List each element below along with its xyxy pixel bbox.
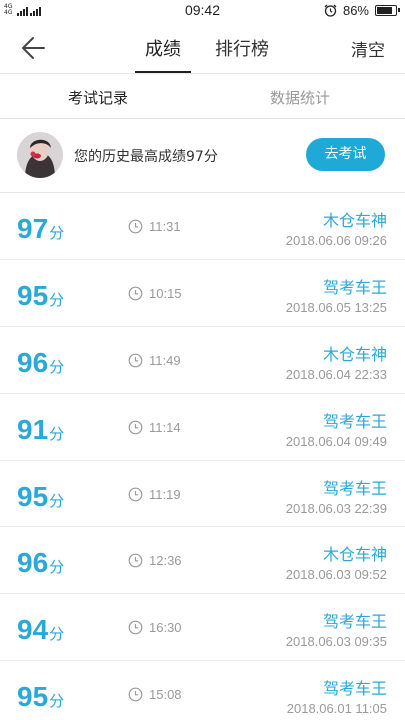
duration: 15:08 [128, 687, 182, 702]
score-value: 95 [17, 279, 49, 311]
score-unit: 分 [49, 558, 65, 577]
score-unit: 分 [49, 692, 65, 711]
subtabs: 考试记录 数据统计 [0, 75, 405, 119]
record-date: 2018.06.06 09:26 [285, 233, 387, 248]
player-name: 木仓车神 [322, 211, 387, 230]
score-unit: 分 [49, 491, 65, 510]
list-item[interactable]: 97分 11:31 木仓车神 2018.06.06 09:26 [0, 193, 405, 260]
score-value: 97 [17, 213, 49, 244]
clock-icon [128, 554, 143, 568]
score-value: 95 [17, 681, 49, 713]
duration: 16:30 [128, 620, 182, 635]
clock-icon [128, 353, 143, 368]
score-unit: 分 [49, 224, 65, 242]
clock-icon [128, 487, 143, 501]
record-date: 2018.06.03 22:39 [285, 500, 387, 516]
duration-text: 10:15 [149, 285, 182, 301]
duration: 11:49 [128, 353, 181, 368]
list-item[interactable]: 96分 12:36 木仓车神 2018.06.03 09:52 [0, 527, 405, 595]
clock-icon [128, 687, 143, 702]
list-item[interactable]: 95分 15:08 驾考车王 2018.06.01 11:05 [0, 661, 405, 720]
score-value: 94 [17, 614, 49, 646]
duration: 10:15 [128, 286, 182, 301]
score-unit: 分 [49, 357, 65, 376]
score: 96分 [17, 547, 64, 579]
duration-text: 11:49 [149, 352, 181, 368]
score: 95分 [17, 280, 64, 312]
tab-scores[interactable]: 成绩 [145, 35, 181, 61]
back-arrow-icon[interactable] [20, 34, 50, 62]
subtab-exam-records[interactable]: 考试记录 [68, 87, 128, 108]
clock-icon [128, 286, 143, 301]
player-name: 驾考车王 [322, 679, 387, 699]
score-value: 96 [17, 346, 49, 378]
score-unit: 分 [49, 290, 65, 309]
player-name: 驾考车王 [322, 478, 387, 498]
player-name: 驾考车王 [322, 277, 387, 297]
record-date: 2018.06.01 11:05 [286, 701, 387, 717]
clock-icon [128, 219, 143, 234]
duration-text: 15:08 [149, 687, 182, 703]
record-date: 2018.06.03 09:52 [285, 567, 387, 583]
list-item[interactable]: 96分 11:49 木仓车神 2018.06.04 22:33 [0, 327, 405, 394]
score-value: 91 [17, 413, 49, 445]
clock-icon [128, 620, 143, 635]
records-list: 97分 11:31 木仓车神 2018.06.06 09:26 95分 10:15 驾考车王… [0, 193, 405, 720]
score: 96分 [17, 347, 64, 379]
score: 95分 [17, 681, 64, 713]
list-item[interactable]: 94分 16:30 驾考车王 2018.06.03 09:35 [0, 594, 405, 662]
top-nav: 成绩 排行榜 清空 [0, 22, 405, 74]
battery-icon [375, 5, 400, 16]
duration: 11:31 [128, 219, 181, 234]
subtab-statistics[interactable]: 数据统计 [270, 87, 330, 108]
status-bar: 4G 4G 09:42 86% [0, 0, 405, 22]
duration-text: 11:31 [149, 219, 181, 234]
list-item[interactable]: 91分 11:14 驾考车王 2018.06.04 09:49 [0, 394, 405, 461]
best-score-text: 您的历史最高成绩97分 [74, 149, 218, 165]
list-item[interactable]: 95分 10:15 驾考车王 2018.06.05 13:25 [0, 260, 405, 327]
player-name: 木仓车神 [322, 344, 387, 364]
player-name: 驾考车王 [322, 612, 387, 632]
battery-percent: 86% [342, 3, 369, 18]
avatar [17, 132, 63, 178]
best-score-banner: 您的历史最高成绩97分 去考试 [0, 120, 405, 193]
record-date: 2018.06.04 22:33 [285, 366, 387, 382]
list-item[interactable]: 95分 11:19 驾考车王 2018.06.03 22:39 [0, 461, 405, 528]
clear-button[interactable]: 清空 [351, 36, 385, 61]
duration-text: 11:19 [149, 486, 181, 502]
record-date: 2018.06.04 09:49 [285, 433, 387, 449]
record-date: 2018.06.03 09:35 [285, 634, 387, 650]
score-value: 96 [17, 547, 49, 579]
duration: 11:14 [128, 420, 181, 435]
score: 97分 [17, 213, 64, 245]
record-date: 2018.06.05 13:25 [285, 299, 387, 315]
score: 91分 [17, 414, 64, 446]
score-unit: 分 [49, 625, 65, 644]
duration-text: 16:30 [149, 620, 182, 636]
take-exam-button[interactable]: 去考试 [306, 138, 385, 171]
score: 94分 [17, 614, 64, 646]
score-value: 95 [17, 480, 49, 512]
duration-text: 11:14 [149, 419, 181, 435]
player-name: 木仓车神 [322, 545, 387, 565]
duration-text: 12:36 [149, 553, 182, 569]
alarm-icon [324, 4, 337, 17]
duration: 11:19 [128, 487, 181, 502]
score: 95分 [17, 481, 64, 513]
score-unit: 分 [49, 424, 65, 443]
active-tab-indicator [135, 71, 191, 73]
tab-leaderboard[interactable]: 排行榜 [215, 35, 269, 61]
clock-icon [128, 420, 143, 435]
duration: 12:36 [128, 553, 182, 568]
player-name: 驾考车王 [322, 411, 387, 431]
